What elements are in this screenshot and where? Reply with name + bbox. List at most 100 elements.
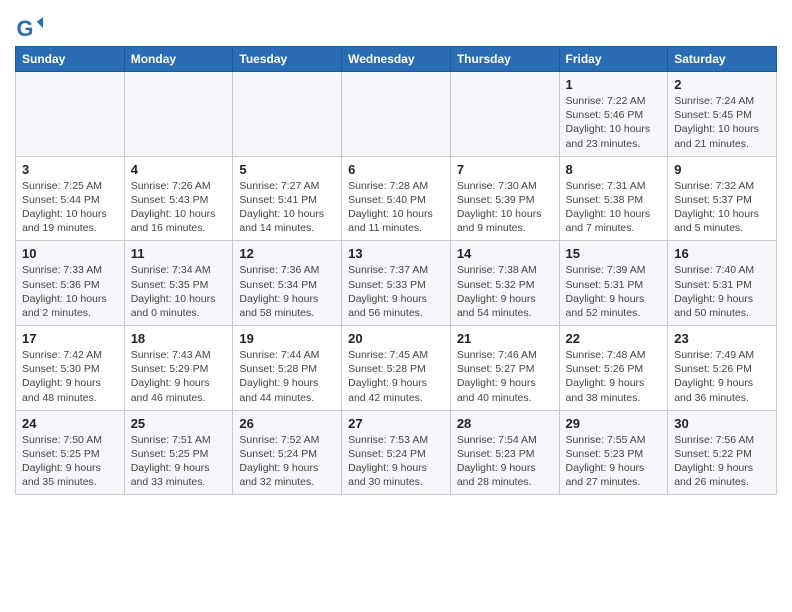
column-header-monday: Monday <box>124 47 233 72</box>
day-number: 7 <box>457 162 553 177</box>
calendar-cell: 11 Sunrise: 7:34 AMSunset: 5:35 PMDayligh… <box>124 241 233 326</box>
day-info: Sunrise: 7:53 AMSunset: 5:24 PMDaylight:… <box>348 433 444 490</box>
day-info: Sunrise: 7:32 AMSunset: 5:37 PMDaylight:… <box>674 179 770 236</box>
day-info: Sunrise: 7:36 AMSunset: 5:34 PMDaylight:… <box>239 263 335 320</box>
calendar-cell <box>124 72 233 157</box>
day-info: Sunrise: 7:43 AMSunset: 5:29 PMDaylight:… <box>131 348 227 405</box>
calendar-cell: 22 Sunrise: 7:48 AMSunset: 5:26 PMDayligh… <box>559 326 668 411</box>
day-info: Sunrise: 7:40 AMSunset: 5:31 PMDaylight:… <box>674 263 770 320</box>
day-number: 23 <box>674 331 770 346</box>
column-header-tuesday: Tuesday <box>233 47 342 72</box>
day-info: Sunrise: 7:25 AMSunset: 5:44 PMDaylight:… <box>22 179 118 236</box>
day-info: Sunrise: 7:45 AMSunset: 5:28 PMDaylight:… <box>348 348 444 405</box>
calendar-cell: 27Sunrise: 7:53 AMSunset: 5:24 PMDayligh… <box>342 410 451 495</box>
calendar-cell: 15Sunrise: 7:39 AMSunset: 5:31 PMDayligh… <box>559 241 668 326</box>
calendar-cell: 9 Sunrise: 7:32 AMSunset: 5:37 PMDaylight… <box>668 156 777 241</box>
day-info: Sunrise: 7:48 AMSunset: 5:26 PMDaylight:… <box>566 348 662 405</box>
calendar-week-4: 17 Sunrise: 7:42 AMSunset: 5:30 PMDayligh… <box>16 326 777 411</box>
calendar-cell: 25Sunrise: 7:51 AMSunset: 5:25 PMDayligh… <box>124 410 233 495</box>
day-info: Sunrise: 7:56 AMSunset: 5:22 PMDaylight:… <box>674 433 770 490</box>
calendar-cell: 29Sunrise: 7:55 AMSunset: 5:23 PMDayligh… <box>559 410 668 495</box>
calendar-cell: 14 Sunrise: 7:38 AMSunset: 5:32 PMDayligh… <box>450 241 559 326</box>
calendar-week-2: 3Sunrise: 7:25 AMSunset: 5:44 PMDaylight… <box>16 156 777 241</box>
page-header: G <box>15 10 777 42</box>
day-number: 4 <box>131 162 227 177</box>
calendar-week-1: 1Sunrise: 7:22 AMSunset: 5:46 PMDaylight… <box>16 72 777 157</box>
day-number: 10 <box>22 246 118 261</box>
calendar-cell: 23 Sunrise: 7:49 AMSunset: 5:26 PMDayligh… <box>668 326 777 411</box>
calendar-cell: 17 Sunrise: 7:42 AMSunset: 5:30 PMDayligh… <box>16 326 125 411</box>
calendar-cell: 1Sunrise: 7:22 AMSunset: 5:46 PMDaylight… <box>559 72 668 157</box>
day-info: Sunrise: 7:34 AMSunset: 5:35 PMDaylight:… <box>131 263 227 320</box>
calendar-table: SundayMondayTuesdayWednesdayThursdayFrid… <box>15 46 777 495</box>
calendar-cell: 24 Sunrise: 7:50 AMSunset: 5:25 PMDayligh… <box>16 410 125 495</box>
day-number: 21 <box>457 331 553 346</box>
calendar-cell: 19 Sunrise: 7:44 AMSunset: 5:28 PMDayligh… <box>233 326 342 411</box>
day-number: 9 <box>674 162 770 177</box>
calendar-week-5: 24 Sunrise: 7:50 AMSunset: 5:25 PMDayligh… <box>16 410 777 495</box>
day-number: 14 <box>457 246 553 261</box>
day-info: Sunrise: 7:37 AMSunset: 5:33 PMDaylight:… <box>348 263 444 320</box>
day-info: Sunrise: 7:42 AMSunset: 5:30 PMDaylight:… <box>22 348 118 405</box>
day-number: 6 <box>348 162 444 177</box>
day-info: Sunrise: 7:54 AMSunset: 5:23 PMDaylight:… <box>457 433 553 490</box>
logo-icon: G <box>15 14 43 42</box>
day-number: 5 <box>239 162 335 177</box>
calendar-cell: 13 Sunrise: 7:37 AMSunset: 5:33 PMDayligh… <box>342 241 451 326</box>
calendar-cell: 6 Sunrise: 7:28 AMSunset: 5:40 PMDaylight… <box>342 156 451 241</box>
logo: G <box>15 14 45 42</box>
day-info: Sunrise: 7:46 AMSunset: 5:27 PMDaylight:… <box>457 348 553 405</box>
day-number: 11 <box>131 246 227 261</box>
day-info: Sunrise: 7:31 AMSunset: 5:38 PMDaylight:… <box>566 179 662 236</box>
calendar-cell <box>16 72 125 157</box>
day-number: 24 <box>22 416 118 431</box>
calendar-cell: 5 Sunrise: 7:27 AMSunset: 5:41 PMDaylight… <box>233 156 342 241</box>
calendar-cell: 3Sunrise: 7:25 AMSunset: 5:44 PMDaylight… <box>16 156 125 241</box>
day-info: Sunrise: 7:26 AMSunset: 5:43 PMDaylight:… <box>131 179 227 236</box>
calendar-cell: 12 Sunrise: 7:36 AMSunset: 5:34 PMDayligh… <box>233 241 342 326</box>
column-header-friday: Friday <box>559 47 668 72</box>
day-number: 2 <box>674 77 770 92</box>
column-header-thursday: Thursday <box>450 47 559 72</box>
calendar-cell: 30Sunrise: 7:56 AMSunset: 5:22 PMDayligh… <box>668 410 777 495</box>
day-number: 16 <box>674 246 770 261</box>
calendar-cell <box>450 72 559 157</box>
calendar-cell: 21 Sunrise: 7:46 AMSunset: 5:27 PMDayligh… <box>450 326 559 411</box>
calendar-week-3: 10Sunrise: 7:33 AMSunset: 5:36 PMDayligh… <box>16 241 777 326</box>
calendar-cell: 26 Sunrise: 7:52 AMSunset: 5:24 PMDayligh… <box>233 410 342 495</box>
day-number: 1 <box>566 77 662 92</box>
calendar-cell <box>233 72 342 157</box>
day-number: 15 <box>566 246 662 261</box>
calendar-cell: 16 Sunrise: 7:40 AMSunset: 5:31 PMDayligh… <box>668 241 777 326</box>
day-number: 18 <box>131 331 227 346</box>
day-info: Sunrise: 7:44 AMSunset: 5:28 PMDaylight:… <box>239 348 335 405</box>
calendar-cell: 7 Sunrise: 7:30 AMSunset: 5:39 PMDaylight… <box>450 156 559 241</box>
day-info: Sunrise: 7:52 AMSunset: 5:24 PMDaylight:… <box>239 433 335 490</box>
day-info: Sunrise: 7:30 AMSunset: 5:39 PMDaylight:… <box>457 179 553 236</box>
day-info: Sunrise: 7:28 AMSunset: 5:40 PMDaylight:… <box>348 179 444 236</box>
day-info: Sunrise: 7:50 AMSunset: 5:25 PMDaylight:… <box>22 433 118 490</box>
calendar-cell: 28 Sunrise: 7:54 AMSunset: 5:23 PMDayligh… <box>450 410 559 495</box>
day-number: 26 <box>239 416 335 431</box>
day-info: Sunrise: 7:27 AMSunset: 5:41 PMDaylight:… <box>239 179 335 236</box>
calendar-cell: 2 Sunrise: 7:24 AMSunset: 5:45 PMDaylight… <box>668 72 777 157</box>
day-info: Sunrise: 7:24 AMSunset: 5:45 PMDaylight:… <box>674 94 770 151</box>
day-number: 17 <box>22 331 118 346</box>
day-number: 8 <box>566 162 662 177</box>
day-number: 28 <box>457 416 553 431</box>
calendar-cell: 8 Sunrise: 7:31 AMSunset: 5:38 PMDaylight… <box>559 156 668 241</box>
day-number: 22 <box>566 331 662 346</box>
day-number: 12 <box>239 246 335 261</box>
calendar-cell: 10Sunrise: 7:33 AMSunset: 5:36 PMDayligh… <box>16 241 125 326</box>
day-number: 13 <box>348 246 444 261</box>
calendar-cell <box>342 72 451 157</box>
day-info: Sunrise: 7:49 AMSunset: 5:26 PMDaylight:… <box>674 348 770 405</box>
calendar-cell: 4 Sunrise: 7:26 AMSunset: 5:43 PMDaylight… <box>124 156 233 241</box>
day-info: Sunrise: 7:38 AMSunset: 5:32 PMDaylight:… <box>457 263 553 320</box>
svg-text:G: G <box>17 16 34 41</box>
column-header-wednesday: Wednesday <box>342 47 451 72</box>
day-number: 19 <box>239 331 335 346</box>
day-number: 25 <box>131 416 227 431</box>
calendar-header: SundayMondayTuesdayWednesdayThursdayFrid… <box>16 47 777 72</box>
calendar-cell: 20Sunrise: 7:45 AMSunset: 5:28 PMDayligh… <box>342 326 451 411</box>
